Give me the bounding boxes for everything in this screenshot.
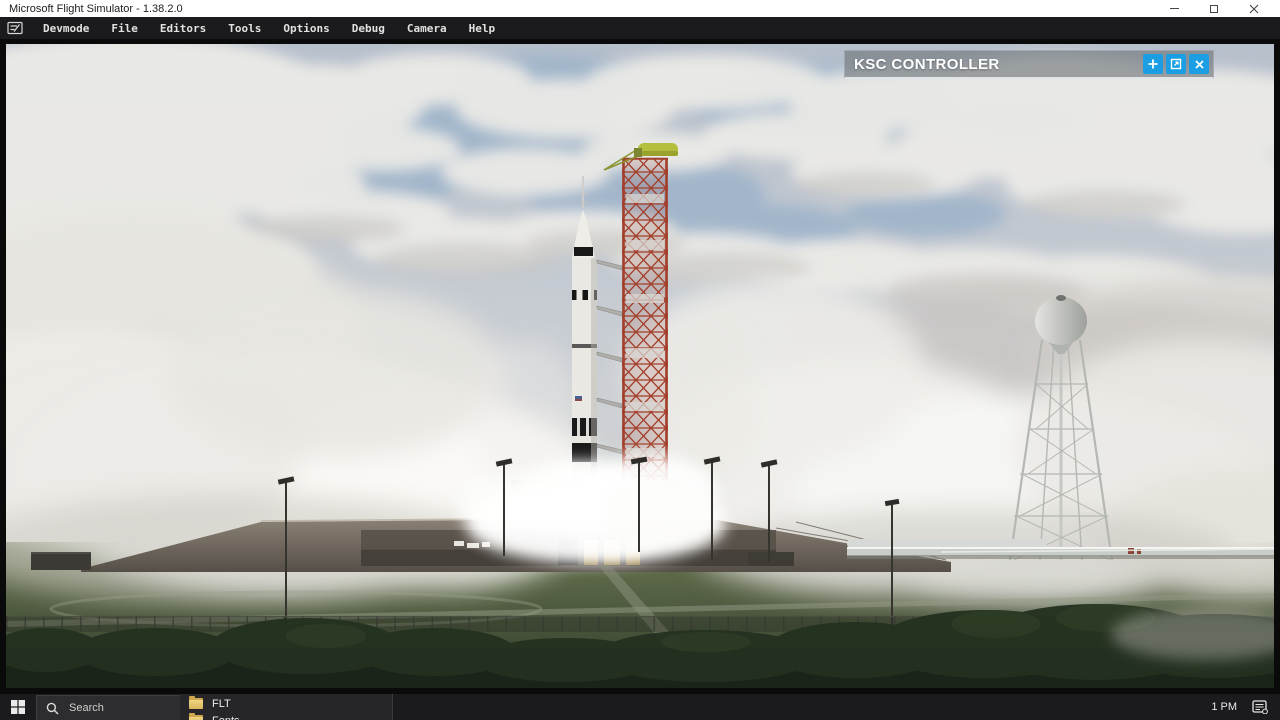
- folder-item-label: FLT: [212, 697, 231, 710]
- taskbar-clock[interactable]: 1 PM: [1211, 701, 1237, 713]
- ksc-panel-title: KSC CONTROLLER: [854, 55, 1000, 73]
- close-icon: [1194, 59, 1204, 69]
- action-center-icon[interactable]: [1252, 700, 1268, 714]
- menu-file[interactable]: File: [100, 17, 149, 39]
- menu-camera[interactable]: Camera: [396, 17, 458, 39]
- taskbar-search[interactable]: [36, 695, 182, 720]
- support-building: [748, 552, 794, 566]
- explorer-folder-popup: FLT Fonts: [180, 694, 393, 720]
- add-button[interactable]: [1143, 54, 1163, 74]
- ksc-panel-buttons: [1143, 54, 1213, 74]
- system-tray: 1 PM: [1211, 694, 1280, 720]
- maximize-icon: [1210, 4, 1218, 13]
- start-button[interactable]: [0, 694, 36, 720]
- close-button[interactable]: [1234, 0, 1274, 17]
- folder-item-label: Fonts: [212, 715, 240, 720]
- search-icon: [46, 702, 59, 714]
- folder-icon: [189, 713, 203, 720]
- close-panel-button[interactable]: [1189, 54, 1209, 74]
- devmode-icon: [7, 21, 23, 35]
- close-icon: [1249, 4, 1259, 13]
- folder-item-flt[interactable]: FLT: [180, 695, 392, 712]
- ksc-controller-panel[interactable]: KSC CONTROLLER: [844, 50, 1214, 79]
- menu-help[interactable]: Help: [458, 17, 507, 39]
- menu-devmode[interactable]: Devmode: [32, 17, 100, 39]
- plus-icon: [1148, 59, 1158, 69]
- windows-start-icon: [11, 700, 25, 714]
- popout-icon: [1170, 58, 1182, 70]
- ksc-launchpad-scene: [6, 44, 1274, 688]
- simulator-viewport[interactable]: KSC CONTROLLER: [0, 39, 1280, 694]
- scene-wrap: [6, 44, 1274, 688]
- detach-button[interactable]: [1166, 54, 1186, 74]
- devmode-menubar: Devmode File Editors Tools Options Debug…: [0, 17, 1280, 39]
- menu-tools[interactable]: Tools: [217, 17, 272, 39]
- window-title: Microsoft Flight Simulator - 1.38.2.0: [9, 2, 183, 15]
- minimize-icon: [1169, 8, 1179, 9]
- support-building: [31, 552, 91, 570]
- window-titlebar[interactable]: Microsoft Flight Simulator - 1.38.2.0: [0, 0, 1280, 17]
- menu-debug[interactable]: Debug: [341, 17, 396, 39]
- minimize-button[interactable]: [1154, 0, 1194, 17]
- folder-icon: [189, 696, 203, 709]
- window-controls: [1154, 0, 1274, 17]
- maximize-button[interactable]: [1194, 0, 1234, 17]
- menu-editors[interactable]: Editors: [149, 17, 217, 39]
- folder-item-fonts[interactable]: Fonts: [180, 712, 392, 720]
- search-input[interactable]: [67, 701, 171, 715]
- menu-options[interactable]: Options: [272, 17, 340, 39]
